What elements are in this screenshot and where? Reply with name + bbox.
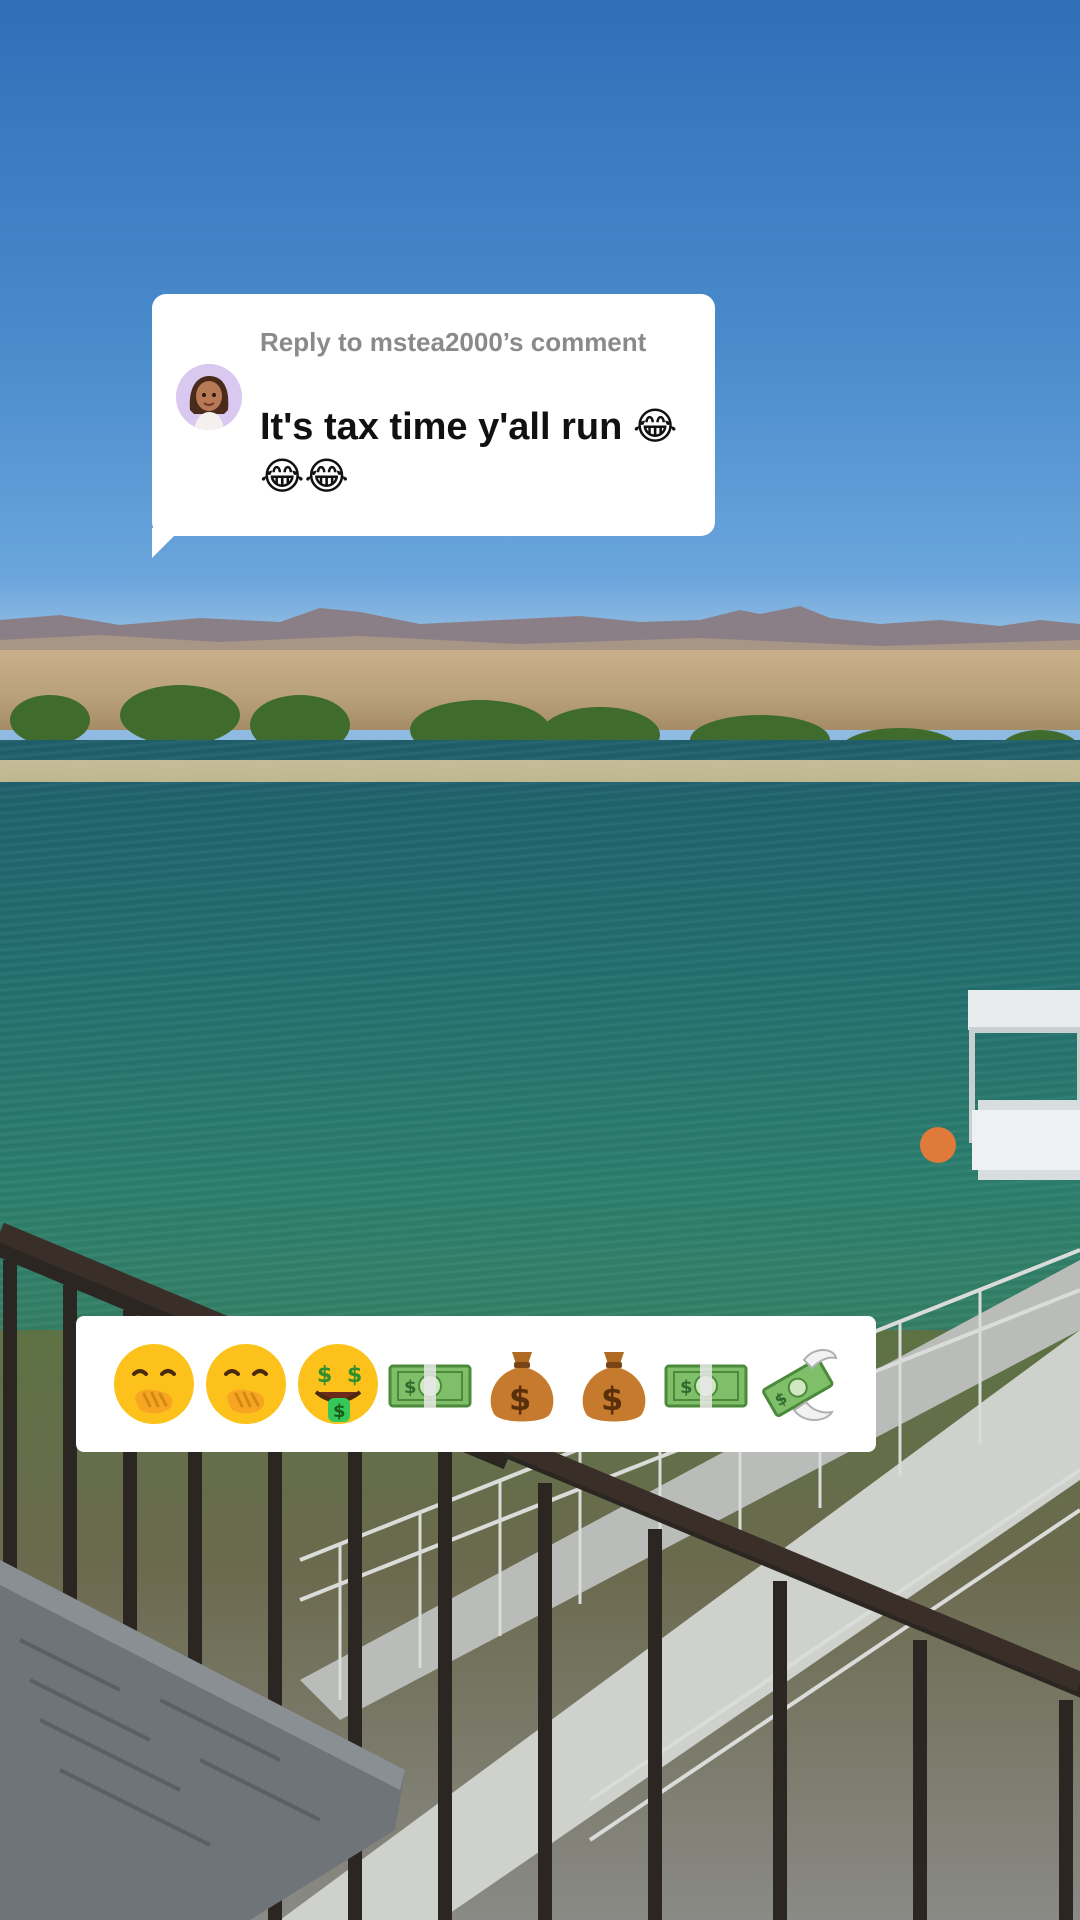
- money-bag-icon: $: [478, 1340, 566, 1428]
- reply-comment-bubble[interactable]: Reply to mstea2000’s comment It's tax ti…: [152, 294, 715, 536]
- svg-text:$: $: [317, 1363, 332, 1388]
- money-mouth-face-icon: $ $ $: [294, 1340, 382, 1428]
- money-with-wings-icon: $: [754, 1340, 842, 1428]
- svg-text:$: $: [333, 1401, 346, 1422]
- face-with-hand-over-mouth-icon: [202, 1340, 290, 1428]
- svg-text:$: $: [404, 1377, 417, 1398]
- svg-text:$: $: [601, 1380, 623, 1418]
- avatar-icon: [176, 364, 242, 430]
- face-with-hand-over-mouth-icon: [110, 1340, 198, 1428]
- svg-text:$: $: [509, 1380, 531, 1418]
- reply-header: Reply to mstea2000’s comment: [260, 327, 647, 357]
- svg-text:$: $: [680, 1377, 693, 1398]
- video-frame[interactable]: Reply to mstea2000’s comment It's tax ti…: [0, 0, 1080, 1920]
- dollar-banknote-icon: $: [386, 1340, 474, 1428]
- reply-bubble-tail: [152, 528, 182, 558]
- reply-comment-text: It's tax time y'all run 😂😂😂: [260, 406, 678, 498]
- dollar-banknote-icon: $: [662, 1340, 750, 1428]
- money-bag-icon: $: [570, 1340, 658, 1428]
- deck-foreground: [0, 990, 1080, 1920]
- emoji-caption: $ $ $ $ $ $ $ $: [76, 1316, 876, 1452]
- svg-text:$: $: [347, 1363, 362, 1388]
